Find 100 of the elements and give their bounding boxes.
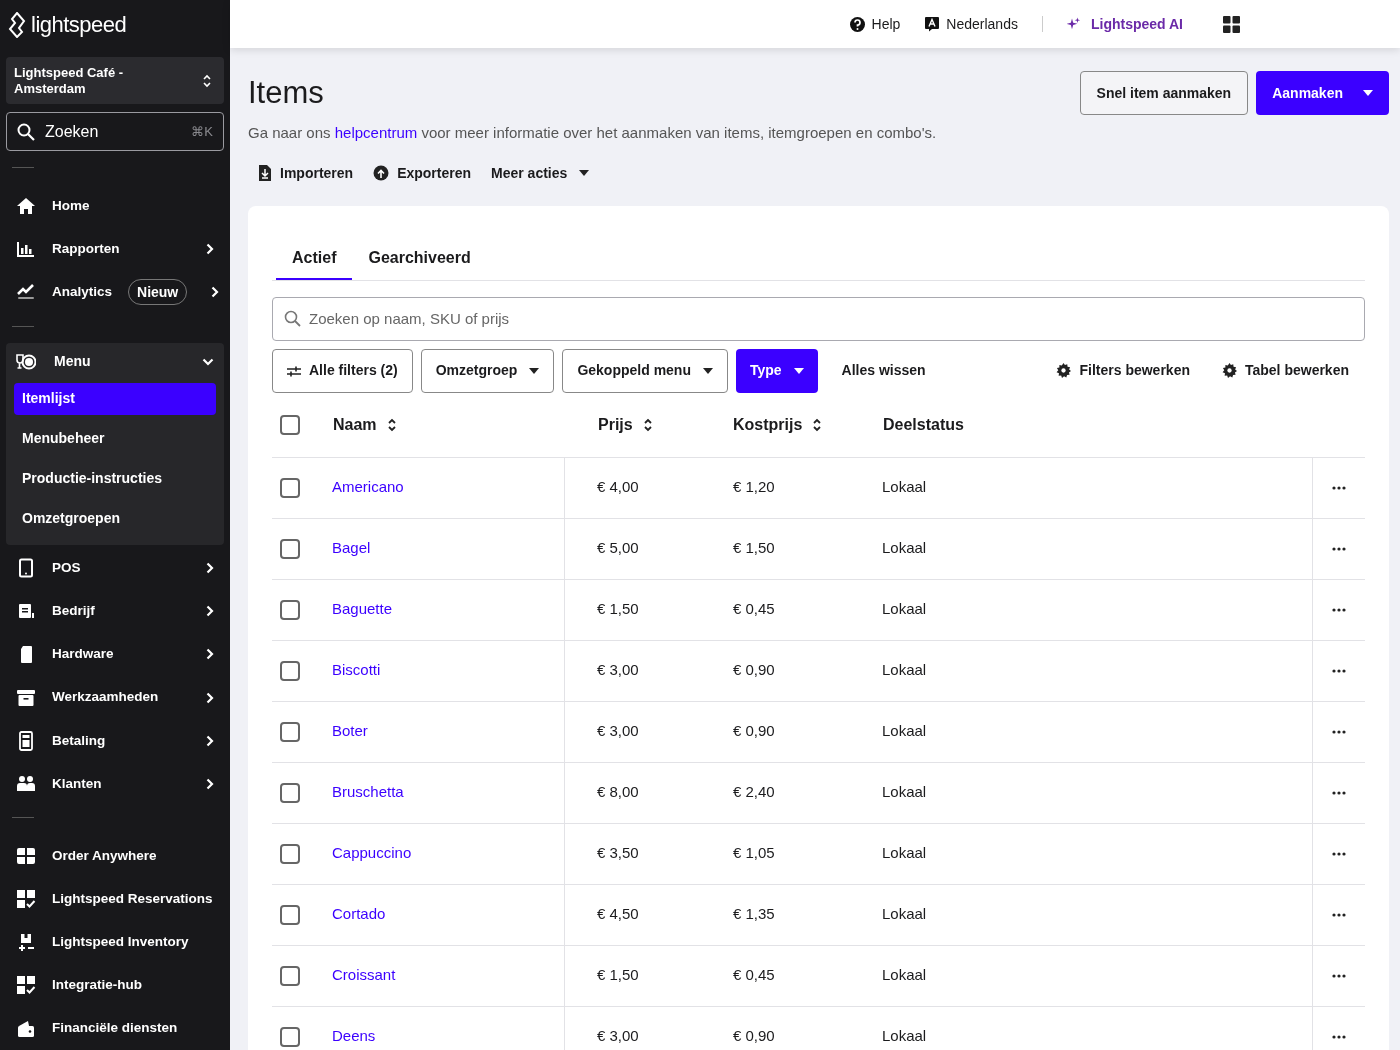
plate-and-glass-icon [16,351,36,372]
filter-dropdown[interactable]: Type [735,348,818,393]
item-name-link[interactable]: Cappuccino [332,842,412,865]
table-cell: € 1,50 [597,600,639,618]
row-checkbox[interactable] [280,782,300,803]
table-tool-button[interactable]: Tabel bewerken [1222,360,1349,381]
all-filters-button[interactable]: Alle filters (2) [272,348,413,393]
help-icon [848,15,866,33]
row-checkbox[interactable] [280,721,300,742]
quick-create-button[interactable]: Snel item aanmaken [1079,71,1249,115]
table-cell: € 0,90 [733,722,775,740]
sidebar-item[interactable]: Lightspeed Reservations [6,877,224,921]
row-checkbox[interactable] [280,904,300,925]
tab[interactable]: Actief [276,237,353,280]
item-name-link[interactable]: Bruschetta [332,781,404,804]
more-options-button[interactable] [1332,973,1346,978]
more-options-button[interactable] [1332,790,1346,795]
wallet-icon [16,1018,36,1039]
table-cell-text: Lokaal [882,599,927,620]
create-button[interactable]: Aanmaken [1256,71,1389,115]
more-options-button[interactable] [1332,668,1346,673]
sidebar-item[interactable]: Betaling [6,719,224,763]
toolbar-button[interactable]: Importeren [258,162,354,184]
column-header[interactable]: Kostprijs [733,412,803,437]
help-center-link[interactable]: helpcentrum [334,124,418,141]
column-header[interactable]: Deelstatus [883,412,964,437]
row-checkbox[interactable] [280,599,300,620]
row-checkbox[interactable] [280,538,300,559]
search-field[interactable]: Zoeken ⌘K [6,112,224,152]
table-cell: € 1,50 [597,966,639,984]
row-checkbox[interactable] [280,843,300,864]
sidebar-item[interactable]: POS [6,546,224,590]
more-icon [1332,973,1346,978]
sidebar-item[interactable]: Lightspeed Inventory [6,920,224,964]
select-all-checkbox[interactable] [280,414,300,435]
more-options-button[interactable] [1332,607,1346,612]
more-options-button[interactable] [1332,912,1346,917]
archive-box-icon [16,687,36,708]
help-link[interactable]: Help [848,13,901,35]
sidebar-item[interactable]: Integratie-hub [6,963,224,1007]
item-name-link[interactable]: Croissant [332,964,396,987]
item-name-link[interactable]: Cortado [332,903,386,926]
submenu-item[interactable]: Omzetgroepen [14,502,216,535]
column-header[interactable]: Naam [333,412,377,437]
row-checkbox[interactable] [280,1026,300,1047]
more-icon [1332,729,1346,734]
item-name-link[interactable]: Boter [332,720,368,743]
submenu-item[interactable]: Menubeheer [14,422,216,455]
filter-dropdown[interactable]: Omzetgroep [420,348,555,393]
gear-icon [1222,363,1237,378]
more-actions-dropdown[interactable]: Meer acties [491,162,590,184]
location-selector[interactable]: Lightspeed Café - Amsterdam [6,57,224,105]
row-checkbox[interactable] [280,965,300,986]
more-options-button[interactable] [1332,851,1346,856]
submenu-item[interactable]: Itemlijst [14,382,216,415]
tab[interactable]: Gearchiveerd [352,237,487,280]
table-cell: € 3,50 [597,844,639,862]
item-name-link[interactable]: Biscotti [332,659,381,682]
sidebar-item[interactable]: Bedrijf [6,589,224,633]
more-options-button[interactable] [1332,1034,1346,1039]
apps-button[interactable] [1223,15,1240,33]
sidebar-item[interactable]: Rapporten [6,227,224,271]
ai-assistant-link[interactable]: Lightspeed AI [1066,13,1183,35]
submenu-item[interactable]: Productie-instructies [14,462,216,495]
column-header[interactable]: Prijs [598,412,633,437]
table-cell: € 2,40 [733,783,775,801]
clear-all-link[interactable]: Alles wissen [841,360,926,381]
table-cell: € 0,90 [733,1027,775,1045]
row-checkbox[interactable] [280,660,300,681]
sidebar-item[interactable]: Order Anywhere [6,834,224,878]
item-name-link[interactable]: Baguette [332,598,393,621]
sidebar-item[interactable]: Klanten [6,762,224,806]
toolbar-button[interactable]: Exporteren [373,162,472,184]
table-cell-text: Lokaal [882,721,927,742]
apps-grid-icon [1223,15,1240,33]
table-tool-button[interactable]: Filters bewerken [1056,360,1190,381]
sidebar-item[interactable]: Menu [6,342,224,381]
sidebar-item[interactable]: Home [6,184,224,228]
more-options-button[interactable] [1332,546,1346,551]
search-field[interactable]: Zoeken op naam, SKU of prijs [272,296,1365,341]
more-icon [1332,607,1346,612]
table-cell: € 0,90 [733,661,775,679]
sidebar-item[interactable]: Hardware [6,632,224,676]
filter-dropdown[interactable]: Gekoppeld menu [562,348,728,393]
chevron-down-icon [202,357,214,366]
sidebar-item[interactable]: Werkzaamheden [6,676,224,720]
sidebar-item[interactable]: Analytics Nieuw [6,270,224,314]
item-name-link[interactable]: Americano [332,476,404,499]
more-options-button[interactable] [1332,729,1346,734]
table-cell: € 1,20 [733,478,775,496]
logo-text: lightspeed [31,11,127,39]
more-options-button[interactable] [1332,485,1346,490]
grid-check-icon [16,889,36,910]
calculator-icon [16,730,36,751]
language-selector[interactable]: Nederlands [924,13,1018,35]
item-name-link[interactable]: Deens [332,1025,376,1048]
row-checkbox[interactable] [280,477,300,498]
item-name-link[interactable]: Bagel [332,537,371,560]
box-icon [16,932,36,953]
sidebar-item[interactable]: Financiële diensten [6,1006,224,1050]
